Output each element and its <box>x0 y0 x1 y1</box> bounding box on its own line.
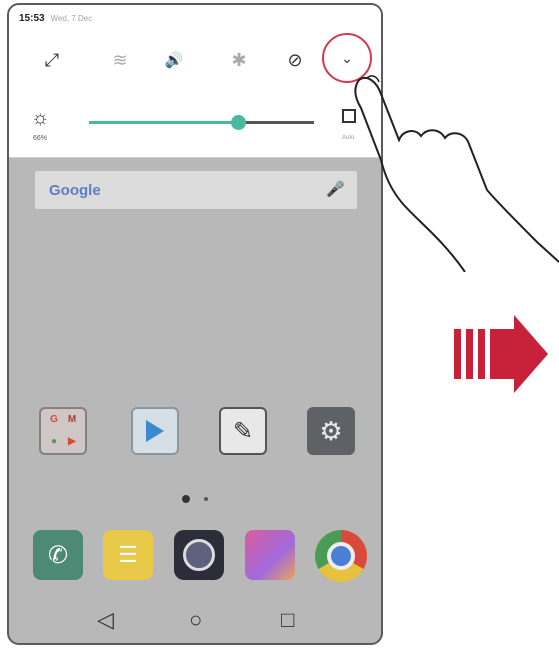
page-dot-active <box>181 494 190 503</box>
quick-settings-panel: 15:53 Wed, 7 Dec ⤢ ≋ 🔊 ✱ ⊘ ⌄ ☼ 66% Auto <box>9 5 381 158</box>
status-date: Wed, 7 Dec <box>50 13 93 23</box>
do-not-disturb-icon[interactable]: ⊘ <box>280 45 310 75</box>
brightness-icon: ☼ <box>31 107 50 129</box>
play-store-icon[interactable] <box>131 407 179 455</box>
brightness-percent: 66% <box>33 135 48 142</box>
google-logo: Google <box>49 181 101 199</box>
nav-home-button[interactable]: ○ <box>189 607 202 633</box>
app-folder[interactable]: G M ● ▶ <box>39 407 87 455</box>
settings-gear-icon[interactable]: ⚙ <box>307 407 355 455</box>
youtube-mini-icon: ▶ <box>68 436 76 447</box>
status-time: 15:53 <box>19 12 45 24</box>
camera-lens <box>183 539 215 571</box>
brightness-control: ☼ 66% Auto <box>9 105 381 149</box>
maps-mini-icon: ● <box>50 436 58 447</box>
chrome-app-icon[interactable] <box>315 530 367 582</box>
notes-app-icon[interactable]: ✎ <box>219 407 267 455</box>
brightness-slider-fill <box>89 121 238 124</box>
gmail-mini-icon-2: M <box>67 414 77 425</box>
play-triangle <box>146 420 164 442</box>
pointing-hand-illustration <box>354 75 559 272</box>
gmail-mini-icon: G <box>50 414 58 425</box>
brightness-slider-thumb[interactable] <box>230 115 246 130</box>
screen-rotation-icon[interactable]: ⤢ <box>37 45 67 75</box>
wifi-off-icon[interactable]: ≋ <box>105 45 135 75</box>
gallery-app-icon[interactable] <box>245 530 295 580</box>
phone-screen: 15:53 Wed, 7 Dec ⤢ ≋ 🔊 ✱ ⊘ ⌄ ☼ 66% Auto … <box>7 3 383 645</box>
page-indicator <box>9 490 381 508</box>
page-dot <box>204 496 209 501</box>
brightness-slider[interactable] <box>89 115 314 130</box>
chrome-center <box>327 542 355 570</box>
mic-icon[interactable]: 🎤 <box>326 180 345 198</box>
chevron-down-icon: ⌄ <box>341 49 353 66</box>
phone-app-icon[interactable]: ✆ <box>33 530 83 580</box>
next-step-arrow-icon <box>454 315 548 393</box>
google-search-bar[interactable]: Google 🎤 <box>35 171 357 209</box>
status-bar: 15:53 Wed, 7 Dec <box>19 11 92 25</box>
messages-app-icon[interactable]: ☰ <box>103 530 153 580</box>
nav-recents-button[interactable]: □ <box>281 607 294 633</box>
nav-back-button[interactable]: ◁ <box>97 607 114 633</box>
bluetooth-icon[interactable]: ✱ <box>224 45 254 75</box>
sound-icon[interactable]: 🔊 <box>159 45 189 75</box>
camera-app-icon[interactable] <box>174 530 224 580</box>
